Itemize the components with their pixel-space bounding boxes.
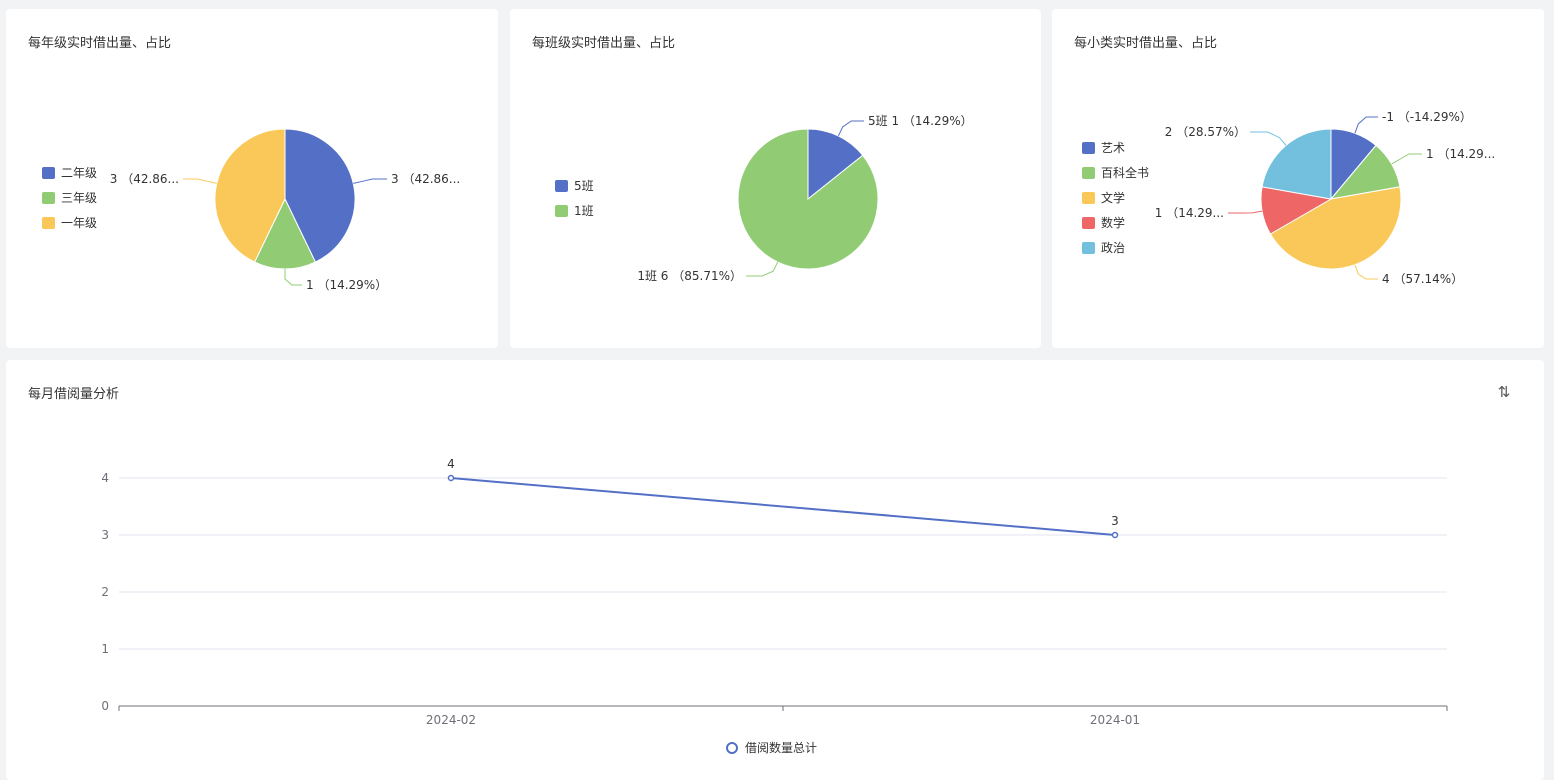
grade-legend-swatch-0[interactable]	[42, 167, 55, 179]
category-legend-label-0[interactable]: 艺术	[1101, 141, 1125, 155]
grade-pie-card: 每年级实时借出量、占比 3 （42.86... 1 （14.29%） 3 （42.8…	[6, 9, 498, 348]
category-leader-2	[1354, 264, 1378, 280]
class-legend-label-1[interactable]: 1班	[574, 204, 594, 218]
grade-legend-swatch-1[interactable]	[42, 192, 55, 204]
category-slice-label-0: -1 （-14.29%）	[1382, 110, 1472, 124]
grade-legend-label-0[interactable]: 二年级	[61, 166, 97, 180]
x-tick-label-0: 2024-02	[426, 713, 476, 727]
monthly-line-card: 每月借阅量分析 ⇅ 0 1 2 3 4 2024-02 2024-01 4 3 借阅数量总计	[6, 360, 1544, 780]
category-slice-4[interactable]	[1261, 128, 1332, 200]
grade-leader-1	[284, 269, 302, 286]
grade-slice-label-2: 3 （42.86...	[110, 172, 179, 186]
class-leader-1	[746, 261, 779, 277]
y-tick-label-0: 0	[101, 699, 109, 713]
y-tick-label-3: 3	[101, 528, 109, 542]
category-leader-1	[1391, 153, 1422, 165]
category-legend-swatch-2[interactable]	[1082, 192, 1095, 204]
category-leader-0	[1354, 116, 1378, 134]
class-slice-label-0: 5班 1 （14.29%）	[868, 114, 973, 128]
category-legend-swatch-1[interactable]	[1082, 167, 1095, 179]
series-point-0[interactable]	[447, 474, 455, 482]
category-legend-swatch-4[interactable]	[1082, 242, 1095, 254]
line-legend-label[interactable]: 借阅数量总计	[745, 740, 817, 755]
category-slice-label-2: 4 （57.14%）	[1382, 272, 1463, 286]
line-legend-icon[interactable]	[726, 742, 738, 754]
class-pie-card: 每班级实时借出量、占比 5班 1 （14.29%） 1班 6 （85.71%） 5班…	[510, 9, 1041, 348]
category-leader-3	[1228, 210, 1263, 214]
class-slice-label-1: 1班 6 （85.71%）	[637, 269, 742, 283]
grade-pie-chart: 3 （42.86... 1 （14.29%） 3 （42.86... 二年级三年级一年…	[42, 128, 460, 292]
grade-leader-0	[353, 178, 387, 184]
grade-legend-label-1[interactable]: 三年级	[61, 191, 97, 205]
monthly-line-chart: 0 1 2 3 4 2024-02 2024-01 4 3 借阅数量总计	[101, 457, 1448, 755]
y-tick-label-4: 4	[101, 471, 109, 485]
category-pie-chart: -1 （-14.29%） 1 （14.29... 4 （57.14%） 1 （14.2…	[1082, 110, 1495, 286]
category-legend-swatch-3[interactable]	[1082, 217, 1095, 229]
series-point-1[interactable]	[1111, 531, 1119, 539]
grade-leader-2	[183, 178, 217, 184]
category-legend-label-2[interactable]: 文学	[1101, 190, 1125, 205]
category-pie-card: 每小类实时借出量、占比 -1 （-14.29%） 1 （14.29... 4 （57…	[1052, 9, 1544, 348]
grade-slice-label-0: 3 （42.86...	[391, 172, 460, 186]
series-line-0	[450, 477, 1116, 536]
category-legend-label-4[interactable]: 政治	[1101, 241, 1125, 255]
series-data-label-1: 3	[1111, 514, 1119, 528]
series-data-label-0: 4	[447, 457, 455, 471]
grade-slice-label-1: 1 （14.29%）	[306, 278, 387, 292]
category-legend-swatch-0[interactable]	[1082, 142, 1095, 154]
category-leader-4	[1250, 131, 1287, 146]
category-slice-label-3: 1 （14.29...	[1155, 206, 1224, 220]
class-pie-chart: 5班 1 （14.29%） 1班 6 （85.71%） 5班 1班	[555, 114, 973, 283]
class-legend-label-0[interactable]: 5班	[574, 179, 594, 193]
class-leader-0	[837, 120, 864, 137]
grade-legend-label-2[interactable]: 一年级	[61, 216, 97, 230]
class-legend-swatch-1[interactable]	[555, 205, 568, 217]
y-tick-label-1: 1	[101, 642, 109, 656]
category-legend-label-3[interactable]: 数学	[1101, 215, 1125, 230]
category-slice-label-1: 1 （14.29...	[1426, 147, 1495, 161]
class-legend-swatch-0[interactable]	[555, 180, 568, 192]
category-legend-label-1[interactable]: 百科全书	[1101, 165, 1149, 180]
grade-legend-swatch-2[interactable]	[42, 217, 55, 229]
x-tick-label-1: 2024-01	[1090, 713, 1140, 727]
category-slice-label-4: 2 （28.57%）	[1165, 125, 1246, 139]
y-tick-label-2: 2	[101, 585, 109, 599]
